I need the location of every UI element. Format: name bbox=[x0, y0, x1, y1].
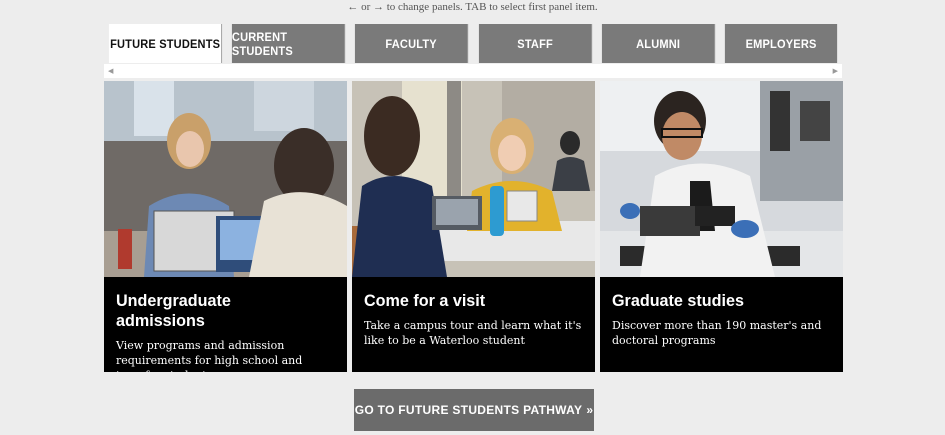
card-description: Discover more than 190 master's and doct… bbox=[612, 319, 822, 347]
tab-future-students[interactable]: FUTURE STUDENTS bbox=[108, 24, 223, 63]
card-campus-visit[interactable]: Come for a visit Take a campus tour and … bbox=[352, 81, 595, 372]
scroll-left-icon[interactable]: ◀ bbox=[108, 67, 113, 75]
tab-alumni[interactable]: ALUMNI bbox=[601, 24, 715, 63]
tab-staff[interactable]: STAFF bbox=[478, 24, 592, 63]
card-description: View programs and admission requirements… bbox=[116, 339, 303, 372]
keyboard-hint: ← or → to change panels. TAB to select f… bbox=[347, 1, 598, 13]
tab-faculty[interactable]: FACULTY bbox=[355, 24, 469, 63]
double-chevron-right-icon: » bbox=[586, 403, 594, 417]
card-undergraduate-admissions[interactable]: Undergraduate admissions View programs a… bbox=[104, 81, 347, 372]
panel-scrollbar[interactable]: ◀ ▶ bbox=[104, 64, 842, 78]
card-title: Graduate studies bbox=[612, 291, 744, 310]
card-description: Take a campus tour and learn what it's l… bbox=[364, 319, 582, 347]
panel-cards: Undergraduate admissions View programs a… bbox=[104, 81, 843, 372]
photo-students-at-table bbox=[352, 81, 595, 277]
tab-employers[interactable]: EMPLOYERS bbox=[724, 24, 838, 63]
audience-tabs: FUTURE STUDENTS CURRENT STUDENTS FACULTY… bbox=[104, 24, 842, 63]
photo-students-studying bbox=[104, 81, 347, 277]
cta-label: GO TO FUTURE STUDENTS PATHWAY bbox=[354, 403, 583, 417]
scroll-right-icon[interactable]: ▶ bbox=[833, 67, 838, 75]
card-title: Undergraduate admissions bbox=[116, 291, 231, 330]
photo-lab-researcher bbox=[600, 81, 843, 277]
future-students-pathway-button[interactable]: GO TO FUTURE STUDENTS PATHWAY » bbox=[354, 389, 594, 431]
tab-current-students[interactable]: CURRENT STUDENTS bbox=[232, 24, 346, 63]
card-graduate-studies[interactable]: Graduate studies Discover more than 190 … bbox=[600, 81, 843, 372]
card-title: Come for a visit bbox=[364, 291, 486, 310]
